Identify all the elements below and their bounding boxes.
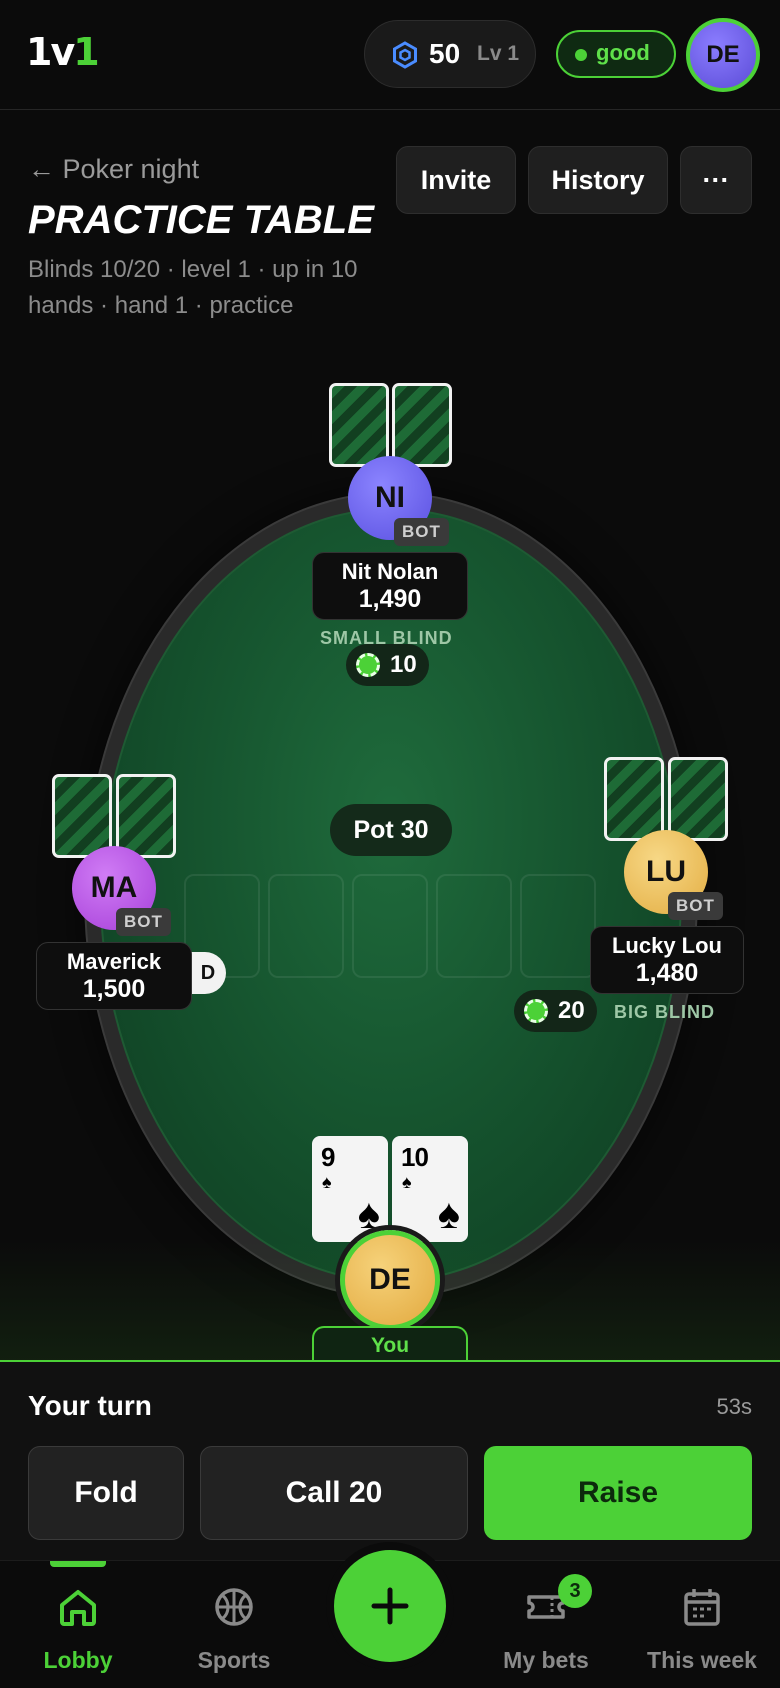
create-fab-button[interactable] — [334, 1550, 446, 1662]
bet-amount: 10 — [390, 651, 417, 678]
board-card-slot — [520, 874, 596, 978]
bet-chip-big-blind: 20 — [514, 990, 597, 1032]
player-nameplate-nit-nolan: Nit Nolan 1,490 — [312, 552, 468, 620]
top-bar: 1v1 50 Lv 1 good DE — [0, 0, 780, 110]
call-button[interactable]: Call 20 — [200, 1446, 468, 1540]
face-down-card — [392, 383, 452, 467]
invite-button[interactable]: Invite — [396, 146, 516, 214]
player-stack: 1,490 — [358, 585, 422, 613]
hero-avatar[interactable]: DE — [340, 1230, 440, 1330]
calendar-icon — [684, 1589, 720, 1626]
player-name: Lucky Lou — [611, 933, 722, 958]
big-blind-label: BIG BLIND — [614, 1002, 715, 1022]
coin-balance-pill[interactable]: 50 Lv 1 — [364, 20, 536, 88]
page-title: PRACTICE TABLE — [28, 198, 374, 242]
logo-text-accent: 1 — [73, 30, 99, 74]
connection-status-badge: good — [556, 30, 676, 78]
face-down-card — [604, 757, 664, 841]
more-options-button[interactable]: ··· — [680, 146, 752, 214]
status-text: good — [596, 40, 650, 65]
logo-text: 1v — [26, 30, 75, 74]
active-indicator — [50, 1561, 106, 1567]
player-stack: 1,480 — [635, 959, 699, 987]
turn-timer: 53s — [716, 1394, 752, 1419]
bet-chip-small-blind: 10 — [346, 644, 429, 686]
bot-tag: BOT — [668, 892, 723, 920]
plus-icon — [371, 1587, 409, 1625]
back-link[interactable]: ← Poker night — [28, 154, 199, 185]
player-name: Nit Nolan — [341, 559, 439, 584]
bet-amount: 20 — [558, 997, 585, 1024]
card-rank: 10 — [401, 1142, 429, 1172]
bot-tag: BOT — [394, 518, 449, 546]
nav-label: Lobby — [43, 1647, 113, 1673]
card-rank: 9 — [321, 1142, 336, 1172]
history-button[interactable]: History — [528, 146, 668, 214]
board-card-slot — [268, 874, 344, 978]
fold-button[interactable]: Fold — [28, 1446, 184, 1540]
spade-icon: ♠ — [322, 1172, 332, 1192]
board-card-slot — [352, 874, 428, 978]
player-nameplate-lucky-lou: Lucky Lou 1,480 — [590, 926, 744, 994]
nav-item-this-week[interactable]: This week — [624, 1561, 780, 1688]
hero-card-2[interactable]: 10 ♠ ♠ — [392, 1136, 468, 1242]
action-panel: Your turn 53s Fold Call 20 Raise — [0, 1360, 780, 1560]
nav-label: Sports — [197, 1647, 271, 1673]
chip-icon — [524, 999, 548, 1023]
nav-item-my-bets[interactable]: My bets — [468, 1561, 624, 1688]
board-card-slot — [436, 874, 512, 978]
bets-count-badge: 3 — [558, 1574, 592, 1608]
basketball-icon — [215, 1588, 253, 1626]
player-nameplate-maverick: Maverick 1,500 — [36, 942, 192, 1010]
app-logo[interactable]: 1v1 — [26, 30, 100, 74]
spade-icon: ♠ — [402, 1172, 412, 1192]
nav-label: This week — [647, 1647, 757, 1673]
table-info-subtitle: Blinds 10/20 · level 1 · up in 10 hands … — [28, 256, 358, 319]
face-down-card — [116, 774, 176, 858]
face-down-card — [52, 774, 112, 858]
nav-label: My bets — [503, 1647, 589, 1673]
chip-icon — [356, 653, 380, 677]
pot-display: Pot 30 — [330, 804, 452, 856]
profile-avatar[interactable]: DE — [686, 18, 760, 92]
status-dot-icon — [575, 49, 587, 61]
face-down-card — [668, 757, 728, 841]
level-label: Lv 1 — [477, 42, 520, 65]
coin-count: 50 — [429, 38, 461, 69]
spade-icon: ♠ — [437, 1190, 460, 1237]
face-down-card — [329, 383, 389, 467]
nav-item-lobby[interactable]: Lobby — [0, 1561, 156, 1688]
you-label: You — [312, 1326, 468, 1362]
player-name: Maverick — [66, 949, 162, 974]
hexagon-coin-icon — [393, 41, 417, 69]
raise-button[interactable]: Raise — [484, 1446, 752, 1540]
turn-prompt: Your turn — [28, 1390, 152, 1421]
bot-tag: BOT — [116, 908, 171, 936]
hero-card-1[interactable]: 9 ♠ ♠ — [312, 1136, 388, 1242]
player-stack: 1,500 — [82, 975, 146, 1003]
nav-item-sports[interactable]: Sports — [156, 1561, 312, 1688]
home-icon — [60, 1590, 96, 1626]
